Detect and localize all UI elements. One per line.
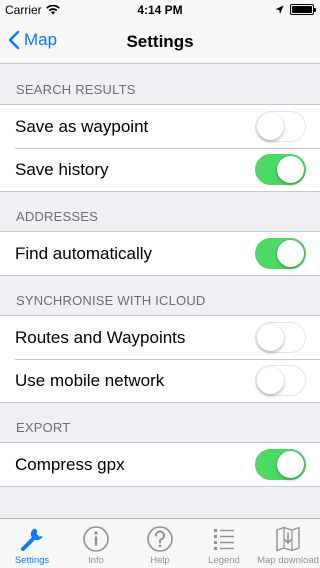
info-icon bbox=[83, 526, 109, 552]
settings-group-addresses: Find automatically bbox=[0, 231, 320, 276]
compress-gpx-toggle[interactable] bbox=[255, 449, 306, 480]
setting-row-find-automatically: Find automatically bbox=[0, 232, 320, 275]
tab-bar: Settings Info Help Legend Map download bbox=[0, 518, 320, 568]
tab-label: Legend bbox=[208, 555, 240, 566]
wrench-icon bbox=[21, 528, 43, 551]
tab-label: Map download bbox=[257, 555, 319, 566]
setting-row-compress-gpx: Compress gpx bbox=[0, 443, 320, 486]
setting-label: Save history bbox=[15, 159, 109, 179]
setting-label: Save as waypoint bbox=[15, 116, 149, 136]
section-header-icloud: SYNCHRONISE WITH ICLOUD bbox=[16, 293, 206, 308]
battery-icon bbox=[290, 4, 316, 15]
map-download-icon bbox=[276, 526, 300, 552]
routes-and-waypoints-toggle[interactable] bbox=[255, 322, 306, 353]
tab-label: Settings bbox=[14, 555, 50, 566]
section-header-addresses: ADDRESSES bbox=[16, 209, 98, 224]
tab-label: Help bbox=[150, 555, 170, 566]
save-as-waypoint-toggle[interactable] bbox=[255, 111, 306, 142]
setting-label: Routes and Waypoints bbox=[15, 327, 186, 347]
find-automatically-toggle[interactable] bbox=[255, 238, 306, 269]
clock: 4:14 PM bbox=[137, 3, 183, 17]
use-mobile-network-toggle[interactable] bbox=[255, 365, 306, 396]
section-header-search-results: SEARCH RESULTS bbox=[16, 82, 136, 97]
section-header-export: EXPORT bbox=[16, 420, 71, 435]
tab-info[interactable]: Info bbox=[64, 519, 128, 568]
setting-label: Use mobile network bbox=[15, 370, 165, 390]
settings-group-search-results: Save as waypoint Save history bbox=[0, 104, 320, 192]
status-bar: Carrier 4:14 PM bbox=[0, 0, 320, 20]
setting-label: Find automatically bbox=[15, 243, 153, 263]
setting-row-use-mobile-network: Use mobile network bbox=[0, 359, 320, 402]
settings-group-export: Compress gpx bbox=[0, 442, 320, 487]
tab-settings[interactable]: Settings bbox=[0, 519, 64, 568]
tab-label: Info bbox=[88, 555, 104, 566]
page-title: Settings bbox=[126, 32, 194, 51]
setting-row-routes-and-waypoints: Routes and Waypoints bbox=[0, 316, 320, 359]
setting-row-save-history: Save history bbox=[0, 148, 320, 191]
settings-list[interactable]: SEARCH RESULTS Save as waypoint Save his… bbox=[0, 65, 320, 518]
location-arrow-icon bbox=[275, 5, 284, 14]
tab-help[interactable]: Help bbox=[128, 519, 192, 568]
save-history-toggle[interactable] bbox=[255, 154, 306, 185]
setting-row-save-as-waypoint: Save as waypoint bbox=[0, 105, 320, 148]
legend-icon bbox=[214, 529, 234, 550]
setting-label: Compress gpx bbox=[15, 454, 125, 474]
navigation-bar: Map Settings bbox=[0, 20, 320, 64]
tab-legend[interactable]: Legend bbox=[192, 519, 256, 568]
help-icon bbox=[147, 526, 173, 552]
tab-map-download[interactable]: Map download bbox=[256, 519, 320, 568]
settings-group-icloud: Routes and Waypoints Use mobile network bbox=[0, 315, 320, 403]
